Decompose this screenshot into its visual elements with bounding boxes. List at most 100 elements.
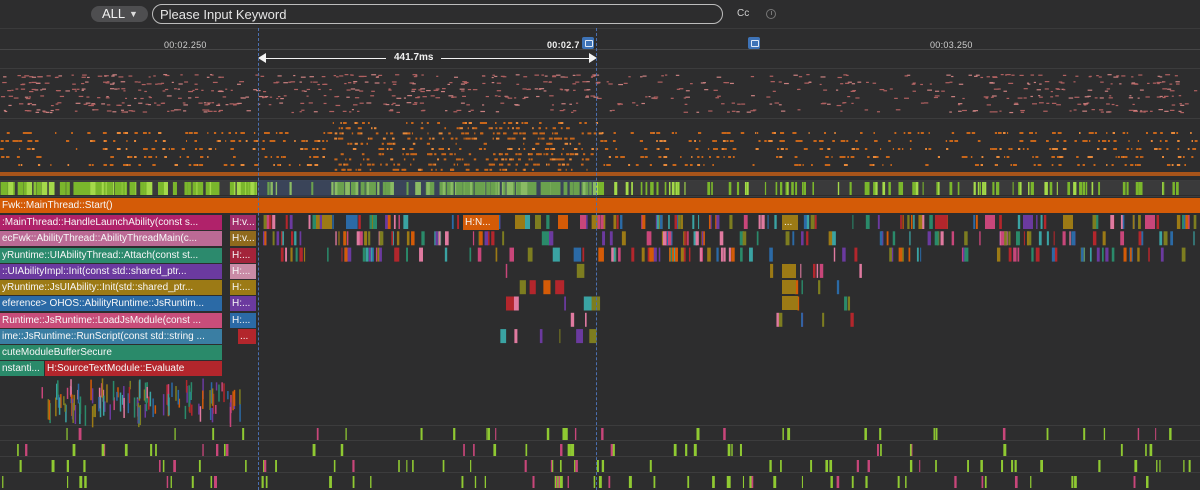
thread-activity-mark xyxy=(1130,164,1134,166)
cpu-sample-mark xyxy=(55,89,61,92)
cpu-sample-mark xyxy=(31,81,37,84)
cpu-sample-mark xyxy=(573,89,576,91)
call-slice[interactable]: nstanti... xyxy=(0,361,44,376)
thread-activity-mark xyxy=(263,132,268,134)
call-slice[interactable]: H:... xyxy=(230,296,256,311)
sparse-event-mark xyxy=(570,444,572,456)
call-slice[interactable]: Runtime::JsRuntime::LoadJsModule(const .… xyxy=(0,313,222,328)
thread-activity-mark xyxy=(284,132,289,134)
cpu-sample-mark xyxy=(203,102,206,104)
call-slice-mark xyxy=(166,384,168,405)
cpu-sample-mark xyxy=(920,83,923,86)
cpu-sample-mark xyxy=(306,88,311,91)
call-slice[interactable]: H:SourceTextModule::Evaluate xyxy=(45,361,222,376)
activity-mark xyxy=(598,182,605,195)
call-slice-mark xyxy=(582,247,585,262)
call-slice-mark xyxy=(479,231,483,246)
thread-activity-mark xyxy=(872,164,875,166)
thread-activity-mark xyxy=(635,164,639,166)
call-slice[interactable]: H:v... xyxy=(230,215,256,230)
call-slice[interactable]: ime::JsRuntime::RunScript(const std::str… xyxy=(0,329,222,344)
call-slice[interactable]: ::UIAbilityImpl::Init(const std::shared_… xyxy=(0,264,222,279)
thread-activity-mark xyxy=(465,137,468,140)
sparse-event-mark xyxy=(780,460,782,472)
call-slice[interactable]: yRuntime::UIAbilityThread::Attach(const … xyxy=(0,248,222,263)
thread-activity-mark xyxy=(779,156,783,158)
call-slice[interactable]: ecFwk::AbilityThread::AbilityThreadMain(… xyxy=(0,231,222,246)
thread-activity-mark xyxy=(697,164,701,166)
thread-activity-mark xyxy=(603,164,605,166)
activity-mark xyxy=(977,182,979,195)
thread-activity-mark xyxy=(1035,156,1039,158)
cpu-sample-mark xyxy=(752,109,757,111)
call-slice[interactable]: ... xyxy=(238,329,256,344)
activity-mark xyxy=(89,182,91,195)
cpu-sample-mark xyxy=(162,90,166,92)
cpu-sample-mark xyxy=(78,95,84,98)
call-slice-mark xyxy=(1132,215,1135,229)
call-slice[interactable]: cuteModuleBufferSecure xyxy=(0,345,222,360)
call-slice-mark xyxy=(199,406,202,422)
sparse-event-mark xyxy=(51,460,55,472)
call-slice-mark xyxy=(564,296,566,311)
thread-activity-mark xyxy=(1176,164,1181,166)
selection-start-line[interactable] xyxy=(258,28,259,490)
thread-activity-mark xyxy=(1054,148,1058,150)
thread-activity-mark xyxy=(523,148,526,150)
cpu-sample-mark xyxy=(45,111,50,113)
call-slice-mark xyxy=(527,247,533,262)
thread-activity-mark xyxy=(125,148,128,150)
thread-activity-mark xyxy=(429,153,432,156)
cpu-sample-mark xyxy=(806,74,810,76)
call-slice-mark xyxy=(101,378,104,398)
sparse-event-mark xyxy=(829,460,833,472)
thread-baseline xyxy=(0,172,1200,176)
call-slice[interactable]: eference> OHOS::AbilityRuntime::JsRuntim… xyxy=(0,296,222,311)
thread-activity-mark xyxy=(551,137,553,140)
thread-activity-mark xyxy=(945,140,948,142)
call-slice[interactable]: H:... xyxy=(230,264,256,279)
call-slice[interactable]: H:v... xyxy=(230,231,256,246)
thread-activity-mark xyxy=(716,156,720,158)
call-slice-mark xyxy=(964,247,969,262)
cpu-sample-mark xyxy=(847,96,851,98)
call-slice[interactable]: H:... xyxy=(230,248,256,263)
cpu-sample-mark xyxy=(418,89,422,91)
call-slice[interactable]: H:... xyxy=(230,313,256,328)
main-thread-slice[interactable]: Fwk::MainThread::Start() xyxy=(0,198,1200,213)
thread-activity-mark xyxy=(827,148,831,150)
sparse-event-mark xyxy=(212,428,215,440)
cpu-sample-mark xyxy=(1111,103,1115,106)
call-slice[interactable]: H:... xyxy=(230,280,256,295)
cpu-sample-mark xyxy=(219,76,224,78)
thread-activity-mark xyxy=(113,140,116,142)
sparse-event-mark xyxy=(1169,428,1172,440)
call-slice[interactable]: H:N... xyxy=(463,215,499,230)
thread-activity-mark xyxy=(794,164,799,166)
thread-activity-mark xyxy=(503,132,507,135)
cpu-sample-mark xyxy=(1159,76,1163,78)
call-slice-mark xyxy=(782,280,796,294)
selection-end-line[interactable] xyxy=(596,28,597,490)
cpu-sample-mark xyxy=(1178,95,1182,97)
thread-activity-mark xyxy=(851,148,856,150)
sparse-event-mark xyxy=(563,428,567,440)
thread-activity-mark xyxy=(639,140,643,142)
call-slice-mark xyxy=(1031,247,1034,262)
call-slice[interactable]: ... xyxy=(782,215,798,230)
thread-activity-mark xyxy=(1171,164,1174,166)
call-slice-mark xyxy=(631,247,635,262)
cpu-sample-mark xyxy=(1014,102,1019,104)
thread-activity-mark xyxy=(282,156,286,158)
cpu-sample-mark xyxy=(188,97,192,99)
cpu-sample-mark xyxy=(237,102,242,105)
thread-activity-mark xyxy=(127,156,130,158)
lane-separator xyxy=(0,456,1200,457)
call-slice[interactable]: yRuntime::JsUIAbility::Init(std::shared_… xyxy=(0,280,222,295)
call-slice[interactable]: :MainThread::HandleLaunchAbility(const s… xyxy=(0,215,222,230)
cpu-sample-mark xyxy=(211,90,214,92)
cpu-sample-mark xyxy=(736,111,740,113)
thread-activity-mark xyxy=(225,140,227,142)
call-slice-mark xyxy=(979,231,981,246)
cpu-sample-mark xyxy=(927,89,933,91)
